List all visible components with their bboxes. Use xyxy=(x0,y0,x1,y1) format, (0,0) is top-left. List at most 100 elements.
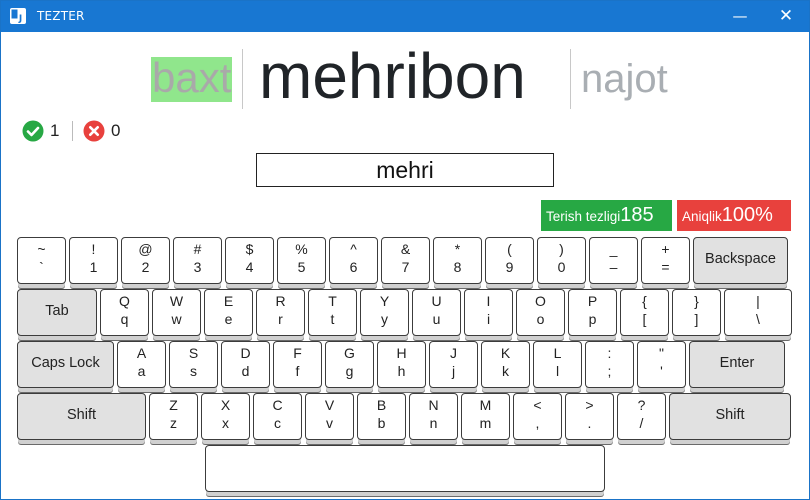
key-base-label: g xyxy=(345,363,354,379)
speed-label: Terish tezligi xyxy=(546,209,621,224)
key-2[interactable]: @2 xyxy=(121,237,170,284)
key-7[interactable]: & 7 xyxy=(381,237,430,284)
close-button[interactable]: ✕ xyxy=(763,1,809,32)
key-u[interactable]: Uu xyxy=(412,289,461,336)
key-shift-label: T xyxy=(328,293,337,309)
typing-input[interactable] xyxy=(256,153,554,187)
key-shift-label: B xyxy=(376,397,387,413)
key-symbol[interactable]: :; xyxy=(585,341,634,388)
key-symbol[interactable]: " ' xyxy=(637,341,686,388)
title-bar[interactable]: J TEZTER — ✕ xyxy=(1,1,809,32)
key-shift-label: P xyxy=(587,293,598,309)
key-g[interactable]: Gg xyxy=(325,341,374,388)
key-base-label: w xyxy=(171,311,182,327)
key-base-label: e xyxy=(224,311,233,327)
key-y[interactable]: Yy xyxy=(360,289,409,336)
key-shift[interactable]: Shift xyxy=(669,393,791,440)
key-q[interactable]: Qq xyxy=(100,289,149,336)
key-symbol[interactable]: >. xyxy=(565,393,614,440)
key-shift[interactable]: Shift xyxy=(17,393,146,440)
key-caps-lock[interactable]: Caps Lock xyxy=(17,341,114,388)
key-x[interactable]: Xx xyxy=(201,393,250,440)
key-symbol[interactable]: {[ xyxy=(620,289,669,336)
key-base-label: 4 xyxy=(245,259,254,275)
key-c[interactable]: Cc xyxy=(253,393,302,440)
key-e[interactable]: Ee xyxy=(204,289,253,336)
x-circle-icon xyxy=(83,120,105,142)
current-word: mehribon xyxy=(259,40,526,112)
key-base-label: 9 xyxy=(505,259,514,275)
key-enter[interactable]: Enter xyxy=(689,341,785,388)
key-base-label: 3 xyxy=(193,259,202,275)
key-symbol[interactable]: _ – xyxy=(589,237,638,284)
key-m[interactable]: Mm xyxy=(461,393,510,440)
key-s[interactable]: Ss xyxy=(169,341,218,388)
key-4[interactable]: $4 xyxy=(225,237,274,284)
key-base-label: 8 xyxy=(453,259,462,275)
key-shift-label: ~ xyxy=(37,241,46,257)
key-shift-label: { xyxy=(642,293,647,309)
key-shift-label: & xyxy=(400,241,411,257)
key-shift-label: > xyxy=(585,397,594,413)
key-r[interactable]: Rr xyxy=(256,289,305,336)
key-z[interactable]: Zz xyxy=(149,393,198,440)
minimize-button[interactable]: — xyxy=(717,1,763,32)
key-0[interactable]: ) 0 xyxy=(537,237,586,284)
word-divider xyxy=(242,49,243,109)
key-i[interactable]: Ii xyxy=(464,289,513,336)
key-d[interactable]: Dd xyxy=(221,341,270,388)
key-tab[interactable]: Tab xyxy=(17,289,97,336)
key-base-label: v xyxy=(326,415,333,431)
key-b[interactable]: Bb xyxy=(357,393,406,440)
key-base-label: 2 xyxy=(141,259,150,275)
key-label: Shift xyxy=(715,407,745,423)
key-o[interactable]: Oo xyxy=(516,289,565,336)
key-symbol[interactable]: ~ ` xyxy=(17,237,66,284)
key-shift-label: ) xyxy=(559,241,564,257)
key-symbol[interactable]: ? / xyxy=(617,393,666,440)
key-base-label: a xyxy=(137,363,146,379)
key-base-label: z xyxy=(170,415,177,431)
key-k[interactable]: Kk xyxy=(481,341,530,388)
key-base-label: p xyxy=(588,311,597,327)
key-base-label: 7 xyxy=(401,259,410,275)
accuracy-badge: Aniqlik100% xyxy=(677,200,791,231)
key-t[interactable]: Tt xyxy=(308,289,357,336)
key-base-label: 6 xyxy=(349,259,358,275)
key-symbol[interactable]: }] xyxy=(672,289,721,336)
key-6[interactable]: ^ 6 xyxy=(329,237,378,284)
key-base-label: l xyxy=(555,363,560,379)
key-space[interactable] xyxy=(205,445,605,492)
key-h[interactable]: Hh xyxy=(377,341,426,388)
key-a[interactable]: Aa xyxy=(117,341,166,388)
key-5[interactable]: % 5 xyxy=(277,237,326,284)
key-label: Shift xyxy=(66,407,96,423)
key-base-label: c xyxy=(274,415,281,431)
key-symbol[interactable]: + = xyxy=(641,237,690,284)
key-v[interactable]: Vv xyxy=(305,393,354,440)
key-p[interactable]: Pp xyxy=(568,289,617,336)
key-shift-label: Q xyxy=(119,293,130,309)
key-j[interactable]: Jj xyxy=(429,341,478,388)
key-shift-label: % xyxy=(295,241,308,257)
key-backspace[interactable]: Backspace xyxy=(693,237,788,284)
key-w[interactable]: Ww xyxy=(152,289,201,336)
key-base-label: f xyxy=(295,363,300,379)
key-symbol[interactable]: <, xyxy=(513,393,562,440)
key-base-label: k xyxy=(502,363,509,379)
key-1[interactable]: ! 1 xyxy=(69,237,118,284)
key-symbol[interactable]: | \ xyxy=(724,289,792,336)
key-shift-label: Y xyxy=(379,293,390,309)
wrong-count: 0 xyxy=(111,121,121,140)
key-9[interactable]: (9 xyxy=(485,237,534,284)
accuracy-label: Aniqlik xyxy=(682,209,722,224)
key-base-label: . xyxy=(587,415,592,431)
key-shift-label: X xyxy=(220,397,231,413)
key-n[interactable]: Nn xyxy=(409,393,458,440)
key-3[interactable]: #3 xyxy=(173,237,222,284)
key-8[interactable]: * 8 xyxy=(433,237,482,284)
key-l[interactable]: Ll xyxy=(533,341,582,388)
key-f[interactable]: Ff xyxy=(273,341,322,388)
key-base-label: , xyxy=(535,415,540,431)
key-shift-label: K xyxy=(500,345,511,361)
